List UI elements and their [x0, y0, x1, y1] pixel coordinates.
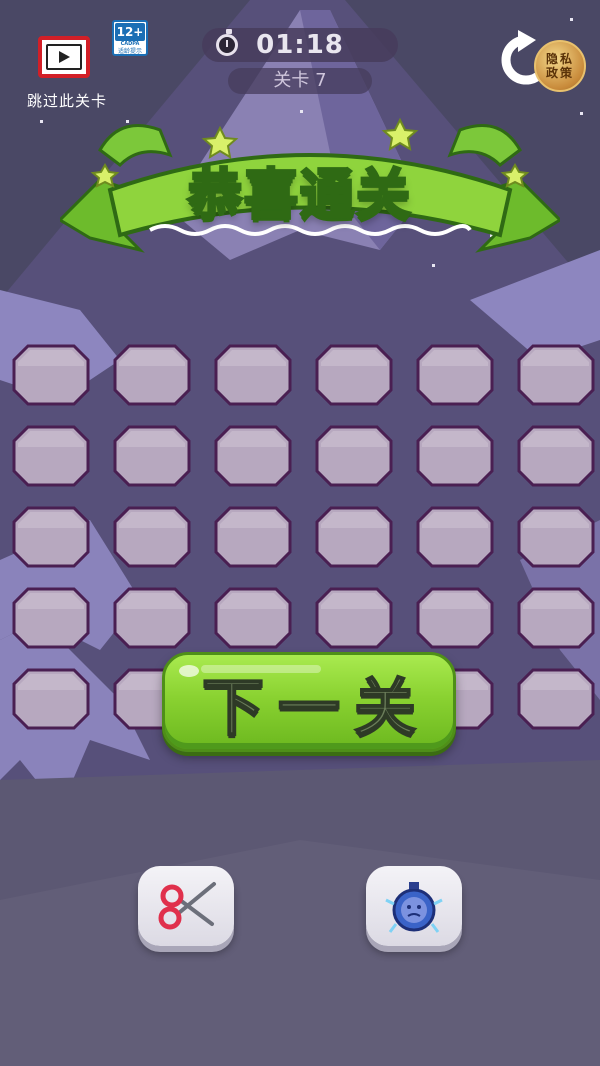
frozen-clock-icon: [385, 882, 443, 933]
tile[interactable]: [113, 344, 191, 406]
freeze-time-tool-button[interactable]: [366, 866, 462, 946]
tile[interactable]: [416, 344, 494, 406]
tile[interactable]: [12, 344, 90, 406]
button-shine: [201, 665, 321, 673]
age-rating-org: CADPA: [120, 41, 140, 47]
tile[interactable]: [12, 587, 90, 649]
tile[interactable]: [517, 668, 595, 730]
tile[interactable]: [12, 506, 90, 568]
tile[interactable]: [416, 506, 494, 568]
age-rating: 12+: [115, 23, 145, 41]
tile[interactable]: [517, 587, 595, 649]
button-shine: [179, 665, 199, 677]
privacy-policy-label: 隐私政策: [545, 52, 574, 80]
tile[interactable]: [214, 344, 292, 406]
age-rating-tip: 适龄提示: [117, 48, 142, 55]
skip-level-label[interactable]: 跳过此关卡: [22, 90, 112, 111]
tile[interactable]: [12, 668, 90, 730]
tile[interactable]: [517, 425, 595, 487]
scissors-icon: [158, 882, 216, 930]
tile[interactable]: [113, 506, 191, 568]
tile[interactable]: [315, 506, 393, 568]
tile[interactable]: [113, 587, 191, 649]
tile[interactable]: [214, 587, 292, 649]
tile[interactable]: [315, 425, 393, 487]
level-complete-title: 恭喜通关: [187, 162, 412, 228]
video-ad-icon: [46, 44, 82, 70]
skip-level-button[interactable]: [38, 36, 90, 78]
timer-value: 01:18: [256, 30, 344, 60]
timer: 01:18: [202, 28, 398, 62]
level-indicator: 关卡 7: [228, 68, 372, 94]
tile[interactable]: [416, 587, 494, 649]
tile[interactable]: [517, 344, 595, 406]
tile[interactable]: [517, 506, 595, 568]
next-level-button[interactable]: 下一关: [162, 652, 456, 752]
tile[interactable]: [214, 425, 292, 487]
tile[interactable]: [12, 425, 90, 487]
tile[interactable]: [214, 506, 292, 568]
tile[interactable]: [416, 425, 494, 487]
tile[interactable]: [315, 344, 393, 406]
age-rating-badge: 12+ CADPA 适龄提示: [112, 20, 148, 56]
privacy-policy-button[interactable]: 隐私政策: [534, 40, 586, 92]
tile[interactable]: [315, 587, 393, 649]
tile[interactable]: [113, 425, 191, 487]
scissors-tool-button[interactable]: [138, 866, 234, 946]
